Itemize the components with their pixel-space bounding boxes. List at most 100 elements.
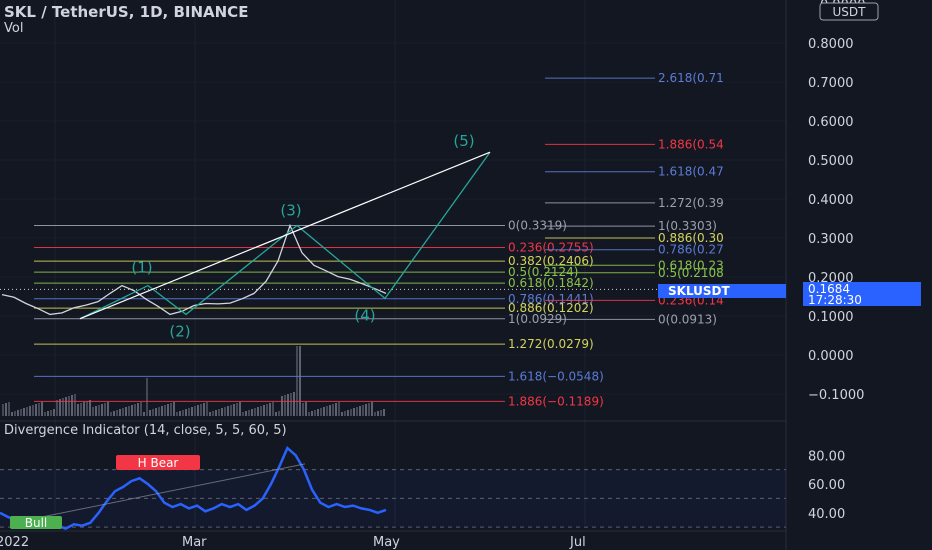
volume-bar — [158, 407, 160, 416]
wave-label: (1) — [131, 259, 152, 277]
volume-bar — [23, 408, 25, 416]
fib-label-right: 0(0.0913) — [658, 312, 717, 326]
price-tick-label: 0.3000 — [808, 232, 854, 247]
indicator-tick-label: 60.00 — [808, 478, 845, 493]
volume-bar — [278, 411, 280, 416]
volume-bar — [191, 407, 193, 416]
price-series-line — [1, 223, 387, 316]
volume-bar — [101, 404, 103, 416]
volume-bar — [134, 404, 136, 416]
volume-bar — [125, 407, 127, 416]
volume-bar — [311, 411, 313, 416]
volume-bar — [287, 394, 289, 416]
volume-bar — [305, 402, 307, 416]
fib-label-right: 1.272(0.39 — [658, 196, 724, 210]
price-tick-label: 0.0000 — [808, 349, 854, 364]
volume-bar — [380, 410, 382, 416]
time-axis: 2022 Mar May Jul — [0, 530, 786, 550]
volume-bar — [83, 402, 85, 416]
volume-bar — [329, 405, 331, 416]
volume-bar — [149, 410, 151, 416]
volume-bar — [155, 408, 157, 416]
volume-bar — [98, 405, 100, 416]
volume-bar — [197, 405, 199, 416]
volume-bar — [8, 402, 10, 416]
fib-label-right: 0.786(0.27 — [658, 243, 724, 257]
volume-bar — [221, 408, 223, 416]
volume-bar — [143, 412, 145, 416]
volume-bar — [248, 410, 250, 416]
volume-bar — [47, 411, 49, 416]
volume-bar — [212, 411, 214, 416]
volume-bar — [251, 409, 253, 416]
volume-bar — [119, 409, 121, 416]
volume-bar — [182, 410, 184, 416]
price-tick-label: 0.1000 — [808, 310, 854, 325]
volume-bar — [206, 402, 208, 416]
volume-bar — [350, 409, 352, 416]
fib-label-left: 1.886(−0.1189) — [508, 394, 604, 408]
volume-bar — [26, 407, 28, 416]
volume-bar — [80, 403, 82, 416]
volume-bar — [104, 403, 106, 416]
volume-bar — [161, 406, 163, 416]
volume-bar — [347, 410, 349, 416]
price-tick-label: 0.4000 — [808, 193, 854, 208]
volume-bar — [341, 412, 343, 416]
volume-bar — [92, 407, 94, 416]
volume-bar — [44, 412, 46, 416]
fib-label-right: 1.618(0.47 — [658, 165, 724, 179]
fib-label-left: 1(0.0929) — [508, 312, 567, 326]
volume-bar — [128, 406, 130, 416]
volume-bar — [332, 404, 334, 416]
volume-bar — [335, 403, 337, 416]
volume-bar — [302, 403, 304, 416]
volume-bar — [152, 409, 154, 416]
fib-label-left: 0.236(0.2755) — [508, 241, 594, 255]
volume-bar — [53, 409, 55, 416]
divergence-indicator-pane: 80.00 60.00 40.00 Divergence Indicator (14,… — [0, 420, 845, 530]
volume-bar — [362, 405, 364, 416]
volume-bar — [17, 410, 19, 416]
volume-bar — [68, 396, 70, 416]
volume-bar — [170, 403, 172, 416]
volume-bar — [317, 409, 319, 416]
bull-label: Bull — [25, 516, 48, 530]
volume-bar — [86, 401, 88, 416]
volume-bar — [308, 412, 310, 416]
volume-bar — [71, 395, 73, 416]
time-tick-label: May — [373, 535, 400, 550]
volume-bar — [227, 406, 229, 416]
volume-bar — [299, 346, 301, 416]
volume-label: Vol — [4, 21, 23, 36]
volume-bar — [116, 410, 118, 416]
volume-bar — [65, 397, 67, 416]
volume-bar — [110, 412, 112, 416]
indicator-title: Divergence Indicator (14, close, 5, 5, 6… — [4, 423, 287, 438]
volume-bar — [356, 407, 358, 416]
volume-bar — [257, 407, 259, 416]
volume-bar — [179, 411, 181, 416]
volume-bar — [272, 402, 274, 416]
volume-bar — [245, 411, 247, 416]
volume-bars — [2, 346, 385, 416]
price-tick-label: 0.7000 — [808, 76, 854, 91]
indicator-tick-label: 80.00 — [808, 449, 845, 464]
volume-bar — [263, 405, 265, 416]
volume-bar — [224, 407, 226, 416]
volume-bar — [56, 400, 58, 416]
volume-bar — [242, 412, 244, 416]
fibonacci-levels: 0(0.3319)0.236(0.2755)0.382(0.2406)0.5(0… — [34, 71, 724, 408]
volume-bar — [185, 409, 187, 416]
volume-bar — [164, 405, 166, 416]
volume-bar — [20, 409, 22, 416]
volume-bar — [41, 402, 43, 416]
volume-bar — [95, 406, 97, 416]
volume-bar — [296, 346, 298, 416]
price-tick-label: 0.5000 — [808, 154, 854, 169]
volume-bar — [374, 412, 376, 416]
volume-bar — [377, 411, 379, 416]
volume-bar — [269, 403, 271, 416]
volume-bar — [38, 403, 40, 416]
volume-bar — [29, 406, 31, 416]
